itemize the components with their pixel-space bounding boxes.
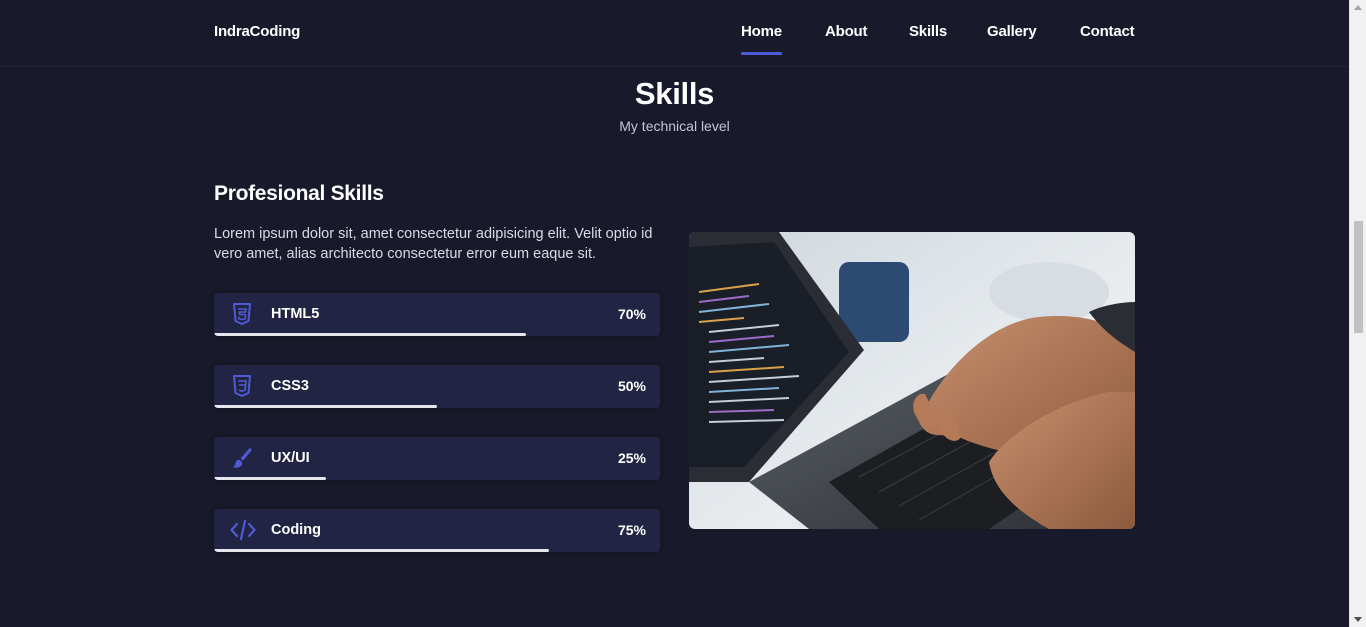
skills-subheading: Profesional Skills	[214, 182, 384, 205]
nav-about[interactable]: About	[825, 23, 868, 40]
skill-coding: Coding 75%	[214, 509, 660, 552]
skill-progress-bar	[214, 477, 326, 480]
html5-icon	[230, 302, 254, 326]
skill-html5: HTML5 70%	[214, 293, 660, 336]
main-nav: Home About Skills Gallery Contact	[0, 23, 1349, 55]
skill-uxui: UX/UI 25%	[214, 437, 660, 480]
nav-gallery[interactable]: Gallery	[987, 23, 1037, 40]
skill-percent: 75%	[617, 522, 646, 538]
page-scrollbar[interactable]	[1349, 0, 1366, 627]
skill-name: CSS3	[271, 378, 309, 394]
skill-progress-bar	[214, 333, 527, 336]
skills-photo	[689, 232, 1135, 529]
site-header: IndraCoding Home About Skills Gallery Co…	[0, 0, 1349, 67]
skill-percent: 70%	[617, 306, 646, 322]
skill-progress-bar	[214, 549, 549, 552]
section-title: Skills	[634, 76, 715, 111]
skill-progress-bar	[214, 405, 437, 408]
skill-name: Coding	[271, 522, 321, 538]
scroll-thumb[interactable]	[1354, 221, 1363, 333]
paintbrush-icon	[230, 446, 254, 470]
skill-name: UX/UI	[271, 450, 310, 466]
skill-name: HTML5	[271, 306, 320, 322]
scroll-down-icon[interactable]	[1354, 617, 1362, 622]
nav-skills[interactable]: Skills	[909, 23, 947, 40]
skill-css3: CSS3 50%	[214, 365, 660, 408]
skill-percent: 25%	[617, 450, 646, 466]
code-icon	[230, 518, 256, 542]
css3-icon	[230, 374, 254, 398]
section-subtitle: My technical level	[619, 118, 730, 134]
skill-percent: 50%	[617, 378, 646, 394]
skills-description: Lorem ipsum dolor sit, amet consectetur …	[214, 226, 653, 262]
nav-contact[interactable]: Contact	[1080, 23, 1135, 40]
scroll-up-icon[interactable]	[1354, 5, 1362, 10]
nav-home[interactable]: Home	[741, 23, 782, 55]
